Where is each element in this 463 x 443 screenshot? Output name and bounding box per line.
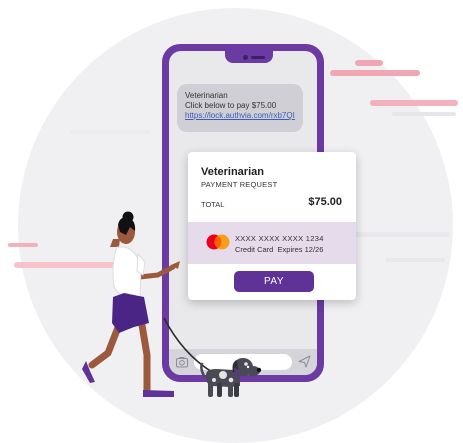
card-number: XXXX XXXX XXXX 1234 (235, 234, 324, 243)
payment-method[interactable]: XXXX XXXX XXXX 1234 Credit Card Expires … (188, 222, 356, 264)
pay-button[interactable]: PAY (234, 271, 314, 292)
card-type: Credit Card (235, 245, 274, 254)
dog-illustration (200, 358, 262, 397)
total-label: TOTAL (201, 200, 225, 209)
total-amount: $75.00 (308, 196, 342, 208)
person-walking-illustration (82, 211, 180, 397)
card-details: Credit Card Expires 12/26 (235, 245, 323, 254)
card-expiry: Expires 12/26 (277, 245, 324, 254)
payment-request-label: PAYMENT REQUEST (201, 180, 278, 189)
mastercard-icon (206, 234, 230, 250)
payment-request-card: Veterinarian PAYMENT REQUEST TOTAL $75.0… (188, 152, 356, 300)
merchant-name: Veterinarian (201, 166, 264, 178)
